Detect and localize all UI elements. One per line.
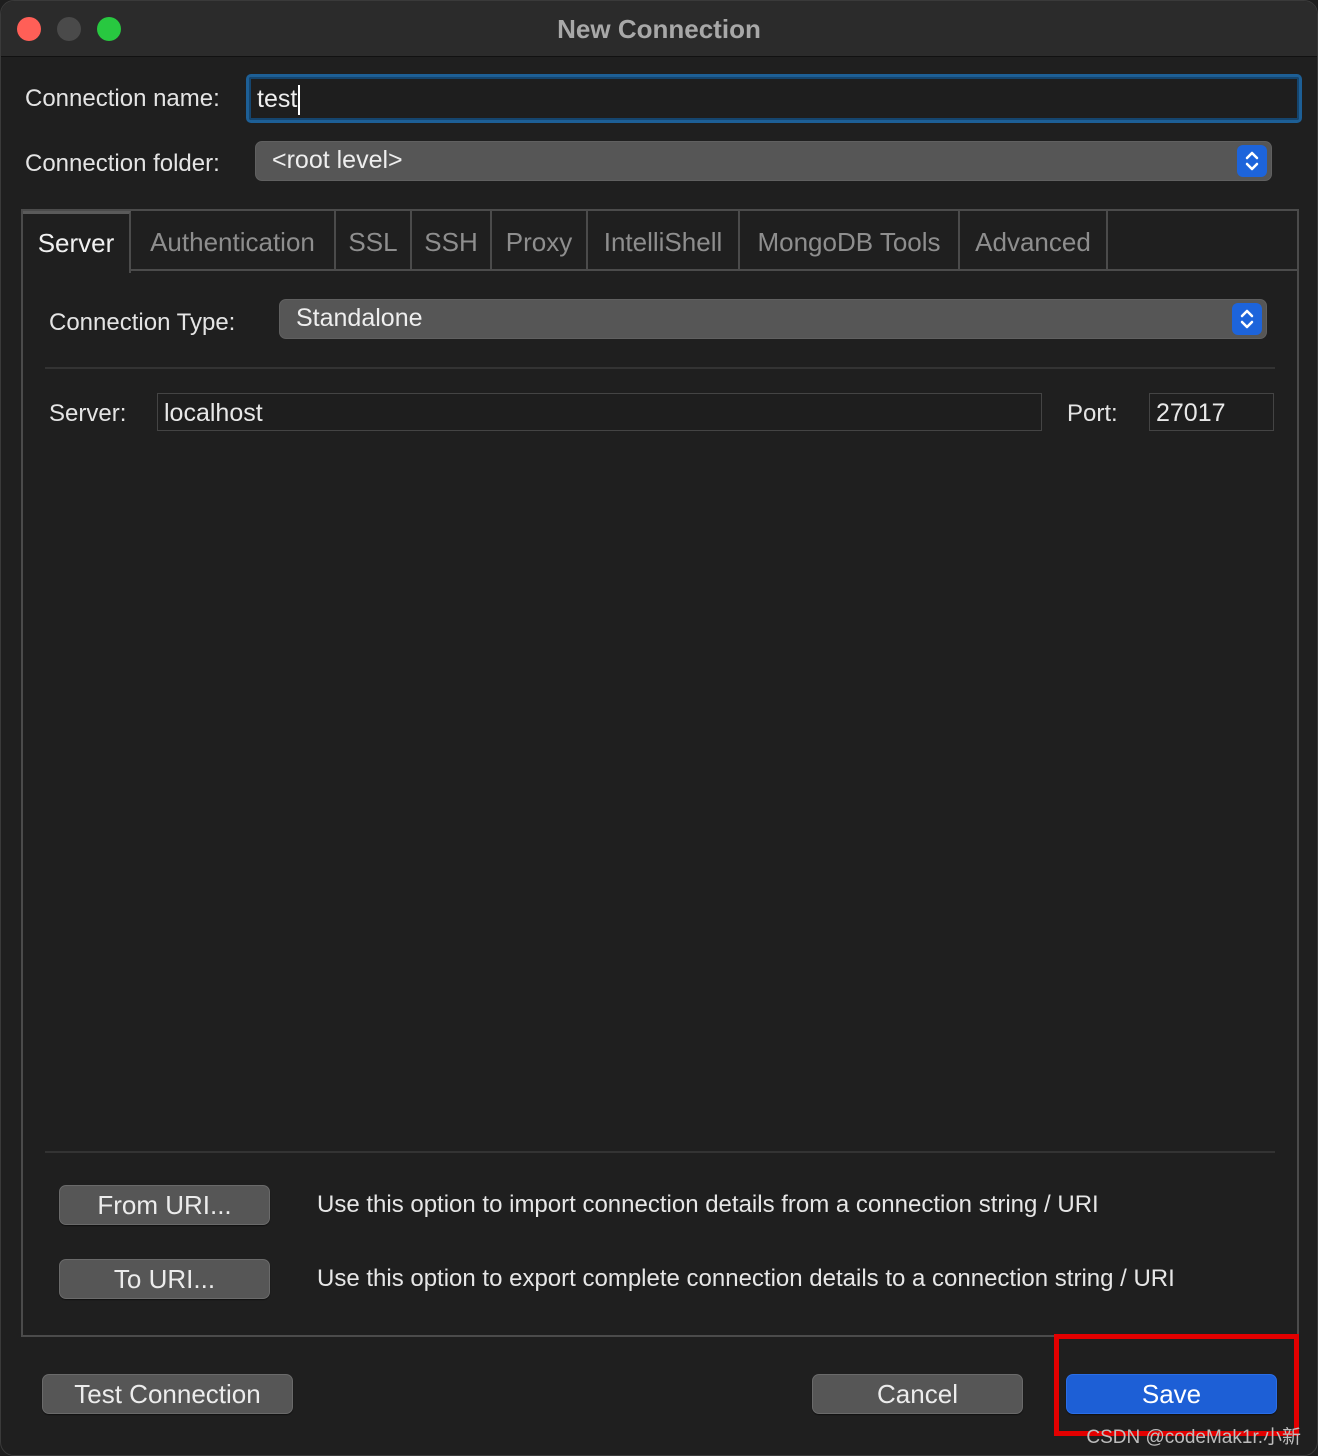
save-highlight-box [1054,1334,1299,1436]
tab-mongodb-tools[interactable]: MongoDB Tools [740,211,960,271]
tab-bar: Server Authentication SSL SSH Proxy Inte… [23,211,1297,273]
up-down-chevron-icon [1237,145,1267,177]
watermark: CSDN @codeMak1r.小新 [1086,1427,1301,1448]
window-title: New Connection [557,14,761,44]
up-down-chevron-icon [1232,303,1262,335]
connection-folder-value: <root level> [272,146,403,174]
connection-name-input[interactable]: test [246,74,1302,123]
server-host-input[interactable]: localhost [157,393,1042,431]
text-caret [298,85,301,116]
tab-intellishell[interactable]: IntelliShell [588,211,740,271]
from-uri-button[interactable]: From URI... [59,1185,270,1225]
tab-ssl[interactable]: SSL [336,211,412,271]
connection-tab-panel: Server Authentication SSL SSH Proxy Inte… [21,209,1299,1337]
server-label: Server: [49,400,127,427]
new-connection-window: New Connection Connection name: test Con… [0,0,1318,1456]
tab-advanced[interactable]: Advanced [960,211,1108,271]
cancel-button[interactable]: Cancel [812,1374,1023,1414]
divider [45,367,1275,369]
connection-type-value: Standalone [296,304,423,332]
connection-folder-label: Connection folder: [25,150,220,177]
port-input[interactable]: 27017 [1149,393,1274,431]
title-bar: New Connection [1,1,1317,57]
tab-proxy[interactable]: Proxy [492,211,588,271]
tab-server[interactable]: Server [23,211,131,273]
connection-name-value: test [257,85,298,113]
to-uri-button[interactable]: To URI... [59,1259,270,1299]
connection-type-select[interactable]: Standalone [279,299,1267,339]
to-uri-description: Use this option to export complete conne… [317,1265,1175,1292]
connection-folder-select[interactable]: <root level> [255,141,1272,181]
connection-type-label: Connection Type: [49,309,236,336]
from-uri-description: Use this option to import connection det… [317,1191,1099,1218]
tab-ssh[interactable]: SSH [412,211,492,271]
divider [45,1151,1275,1153]
tab-authentication[interactable]: Authentication [131,211,336,271]
connection-name-label: Connection name: [25,85,220,112]
port-label: Port: [1067,400,1118,427]
test-connection-button[interactable]: Test Connection [42,1374,293,1414]
